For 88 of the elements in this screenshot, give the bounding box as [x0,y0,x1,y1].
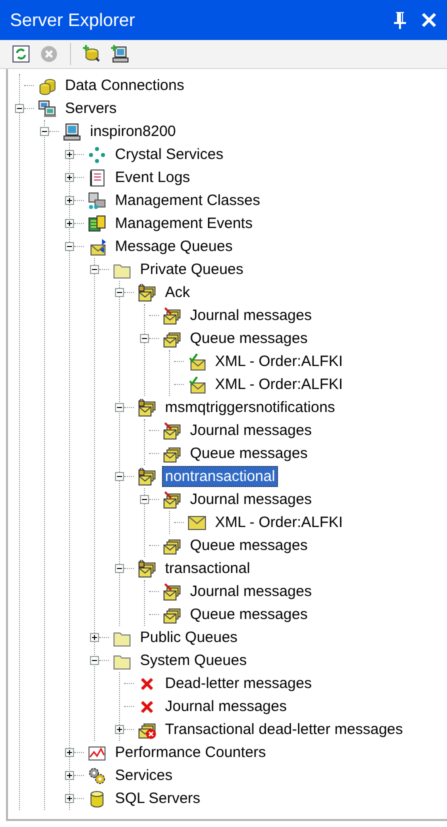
line-chart-icon [88,744,106,762]
dots-icon [88,146,106,164]
tree-item[interactable]: inspiron8200 [87,121,179,142]
tree-item[interactable]: Management Classes [112,190,264,211]
tree-item[interactable]: SQL Servers [112,788,204,809]
expand-button[interactable] [65,219,74,228]
expand-button[interactable] [65,196,74,205]
tree-item[interactable]: Private Queues [137,259,246,280]
tree-item[interactable]: Queue messages [187,604,311,625]
log-book-icon [88,168,106,186]
tree-item[interactable]: Servers [62,98,120,119]
tree-item[interactable]: Queue messages [187,535,311,556]
refresh-icon [11,44,31,64]
expand-button[interactable] [115,725,124,734]
tree-item[interactable]: transactional [162,558,254,579]
journal-queue-icon [163,422,181,440]
tree-item[interactable]: XML - Order:ALFKI [212,512,346,533]
collapse-button[interactable] [140,334,149,343]
queue-error-icon [138,720,156,738]
collapse-button[interactable] [65,242,74,251]
collapse-button[interactable] [90,265,99,274]
servers-icon [38,100,56,118]
expand-button[interactable] [65,150,74,159]
collapse-button[interactable] [115,288,124,297]
locked-queue-icon [138,284,156,302]
tree-item[interactable]: Public Queues [137,627,241,648]
journal-queue-icon [163,490,181,508]
tree-item[interactable]: Services [112,765,176,786]
events-icon [88,214,106,232]
tree-item[interactable]: msmqtriggersnotifications [162,397,338,418]
tree-item[interactable]: nontransactional [162,466,278,487]
computer-network-icon [88,192,106,210]
tree-item[interactable]: Queue messages [187,328,311,349]
envelope-check-icon [188,352,206,370]
tree-item[interactable]: Data Connections [62,75,188,96]
locked-queue-icon [138,468,156,486]
collapse-button[interactable] [15,104,24,113]
collapse-button[interactable] [115,472,124,481]
queue-icon [163,330,181,348]
tree-item[interactable]: Message Queues [112,236,236,257]
tree-item[interactable]: Crystal Services [112,144,226,165]
expand-button[interactable] [65,173,74,182]
tree-item[interactable]: System Queues [137,650,250,671]
expand-button[interactable] [65,748,74,757]
tree-item[interactable]: Journal messages [187,420,315,441]
tree-item[interactable]: Ack [162,282,194,303]
collapse-button[interactable] [90,656,99,665]
window-title: Server Explorer [10,10,136,30]
expand-button[interactable] [65,794,74,803]
tree-item[interactable]: Journal messages [162,696,290,717]
locked-queue-icon [138,560,156,578]
tree-item[interactable]: Journal messages [187,581,315,602]
envelope-check-icon [188,376,206,394]
pin-icon[interactable] [393,11,407,29]
collapse-button[interactable] [140,495,149,504]
computer-icon [63,122,81,140]
tree-item[interactable]: Transactional dead-letter messages [162,719,406,740]
queue-icon [163,536,181,554]
refresh-button[interactable] [10,43,32,65]
tree-item[interactable]: Queue messages [187,443,311,464]
queue-icon [163,606,181,624]
tree-item[interactable]: Journal messages [187,489,315,510]
close-icon[interactable] [421,12,437,28]
tree-item[interactable]: XML - Order:ALFKI [212,351,346,372]
expand-button[interactable] [65,771,74,780]
expand-button[interactable] [90,633,99,642]
collapse-button[interactable] [40,127,49,136]
journal-queue-icon [163,306,181,324]
collapse-button[interactable] [115,403,124,412]
tree-item[interactable]: Journal messages [187,305,315,326]
queue-icon [163,444,181,462]
envelope-arrows-icon [88,238,106,256]
tree-item[interactable]: Management Events [112,213,256,234]
tree-item[interactable]: Performance Counters [112,742,269,763]
tree-item[interactable]: Dead-letter messages [162,673,315,694]
journal-queue-icon [163,582,181,600]
database-icon [38,76,56,94]
locked-queue-icon [138,398,156,416]
cylinder-icon [88,790,106,808]
gears-icon [88,766,106,784]
tree-item[interactable]: Event Logs [112,167,194,188]
stop-icon [39,44,59,64]
add-database-icon [82,44,102,64]
add-computer-icon [110,44,130,64]
collapse-button[interactable] [115,564,124,573]
tree-item[interactable]: XML - Order:ALFKI [212,374,346,395]
envelope-icon [188,514,206,532]
add-computer-button[interactable] [109,43,131,65]
